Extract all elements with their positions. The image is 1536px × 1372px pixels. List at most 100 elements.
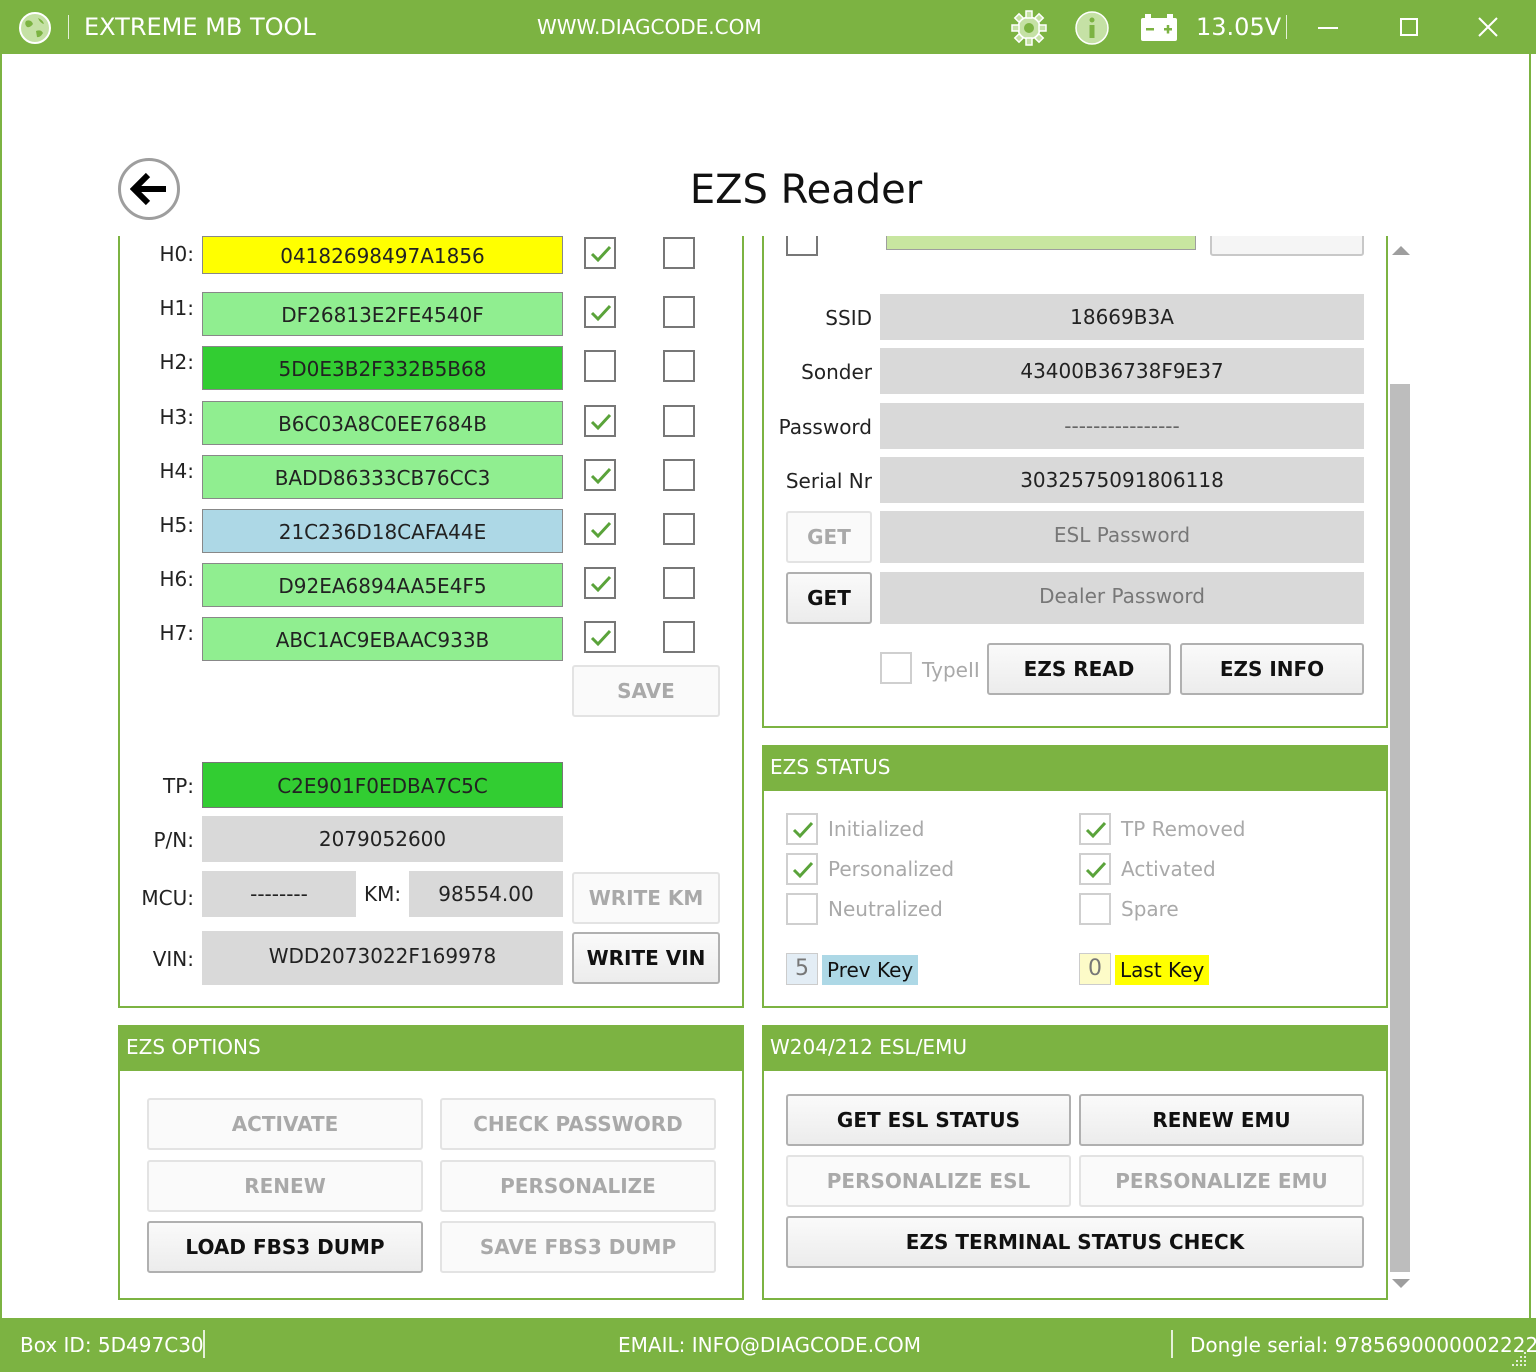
scrollbar-thumb[interactable] xyxy=(1390,384,1410,1272)
hash-field[interactable]: BADD86333CB76CC3 xyxy=(202,454,563,499)
save-button[interactable]: SAVE xyxy=(572,665,720,717)
hash-label: H6: xyxy=(159,567,194,592)
last-key-number: 0 xyxy=(1079,953,1111,985)
renew-emu-button[interactable]: RENEW EMU xyxy=(1079,1094,1364,1146)
tp-removed-checkbox xyxy=(1079,813,1111,845)
spare-checkbox xyxy=(1079,893,1111,925)
ezs-info-button[interactable]: EZS INFO xyxy=(1180,643,1364,695)
get-esl-status-button[interactable]: GET ESL STATUS xyxy=(786,1094,1071,1146)
write-km-button[interactable]: WRITE KM xyxy=(572,872,720,924)
mcu-field[interactable]: -------- xyxy=(202,871,356,917)
battery-icon xyxy=(1141,14,1177,41)
resize-grip-icon[interactable] xyxy=(1508,1348,1528,1368)
obd-select[interactable] xyxy=(886,236,1196,250)
personalized-checkbox xyxy=(786,853,818,885)
initialized-checkbox xyxy=(786,813,818,845)
tp-field[interactable]: C2E901F0EDBA7C5C xyxy=(202,762,563,808)
get-dealer-password-button[interactable]: GET xyxy=(786,572,872,624)
esl-password-field[interactable]: ESL Password xyxy=(880,511,1364,563)
scrollbar[interactable] xyxy=(1390,236,1412,1298)
hash-verified-checkbox[interactable] xyxy=(584,513,616,545)
close-icon[interactable] xyxy=(1478,17,1498,37)
vin-field[interactable]: WDD2073022F169978 xyxy=(202,931,563,985)
obd-checkbox[interactable] xyxy=(786,236,818,256)
hash-select-checkbox[interactable] xyxy=(663,404,695,437)
pn-field[interactable]: 2079052600 xyxy=(202,816,563,862)
sonder-field[interactable]: 43400B36738F9E37 xyxy=(880,348,1364,394)
activated-checkbox xyxy=(1079,853,1111,885)
serial-field[interactable]: 3032575091806118 xyxy=(880,457,1364,503)
ezs-terminal-status-check-button[interactable]: EZS TERMINAL STATUS CHECK xyxy=(786,1216,1364,1268)
spare-label: Spare xyxy=(1121,897,1179,921)
neutralized-label: Neutralized xyxy=(828,897,943,921)
hash-select-checkbox[interactable] xyxy=(663,621,695,654)
neutralized-checkbox xyxy=(786,893,818,925)
hash-label: H7: xyxy=(159,621,194,646)
scroll-down-icon[interactable] xyxy=(1391,1278,1411,1290)
scroll-up-icon[interactable] xyxy=(1391,244,1411,256)
email-label: EMAIL: INFO@DIAGCODE.COM xyxy=(618,1333,922,1357)
hash-label: H0: xyxy=(159,242,194,266)
hash-label: H1: xyxy=(159,296,194,321)
hash-verified-checkbox[interactable] xyxy=(584,404,616,437)
hash-field[interactable]: D92EA6894AA5E4F5 xyxy=(202,563,563,608)
hash-select-checkbox[interactable] xyxy=(663,567,695,600)
ezs-options-header: EZS OPTIONS xyxy=(118,1025,744,1071)
dealer-password-field[interactable]: Dealer Password xyxy=(880,572,1364,624)
title-separator xyxy=(68,15,69,39)
km-field[interactable]: 98554.00 xyxy=(409,871,563,917)
renew-button[interactable]: RENEW xyxy=(147,1160,423,1212)
hash-select-checkbox[interactable] xyxy=(663,458,695,491)
type2-checkbox[interactable] xyxy=(880,652,912,684)
maximize-icon[interactable] xyxy=(1400,18,1418,36)
check-password-button[interactable]: CHECK PASSWORD xyxy=(440,1098,716,1150)
gear-icon[interactable] xyxy=(1010,9,1048,47)
ezs-read-button[interactable]: EZS READ xyxy=(987,643,1171,695)
pn-label: P/N: xyxy=(153,828,195,852)
voltage-label: 13.05V xyxy=(1196,13,1282,41)
hash-verified-checkbox[interactable] xyxy=(584,237,616,269)
esl-emu-header: W204/212 ESL/EMU xyxy=(762,1025,1388,1071)
personalize-button[interactable]: PERSONALIZE xyxy=(440,1160,716,1212)
hash-field[interactable]: ABC1AC9EBAAC933B xyxy=(202,617,563,662)
box-id-label: Box ID: 5D497C30 xyxy=(20,1333,204,1357)
ssid-field[interactable]: 18669B3A xyxy=(880,294,1364,340)
get-esl-password-button[interactable]: GET xyxy=(786,511,872,563)
status-bar: Box ID: 5D497C30 EMAIL: INFO@DIAGCODE.CO… xyxy=(0,1318,1536,1372)
tp-removed-label: TP Removed xyxy=(1121,817,1246,841)
website-label: WWW.DIAGCODE.COM xyxy=(537,15,762,39)
hash-verified-checkbox[interactable] xyxy=(584,567,616,600)
hash-verified-checkbox[interactable] xyxy=(584,458,616,491)
type2-label: TypeII xyxy=(922,658,980,682)
hash-select-checkbox[interactable] xyxy=(663,513,695,545)
title-separator xyxy=(1286,15,1287,39)
save-fbs3-dump-button[interactable]: SAVE FBS3 DUMP xyxy=(440,1221,716,1273)
help-button[interactable] xyxy=(1210,236,1364,256)
hash-select-checkbox[interactable] xyxy=(663,237,695,269)
hash-field[interactable]: B6C03A8C0EE7684B xyxy=(202,400,563,445)
vin-label: VIN: xyxy=(152,947,194,971)
hash-verified-checkbox[interactable] xyxy=(584,296,616,329)
password-field[interactable]: ---------------- xyxy=(880,403,1364,449)
dongle-serial-label: Dongle serial: 9785690000002222 xyxy=(1190,1333,1536,1357)
info-icon[interactable] xyxy=(1074,10,1110,46)
activated-label: Activated xyxy=(1121,857,1216,881)
personalize-esl-button[interactable]: PERSONALIZE ESL xyxy=(786,1155,1071,1207)
activate-button[interactable]: ACTIVATE xyxy=(147,1098,423,1150)
hash-select-checkbox[interactable] xyxy=(663,350,695,383)
hash-select-checkbox[interactable] xyxy=(663,296,695,329)
hash-field[interactable]: DF26813E2FE4540F xyxy=(202,292,563,337)
personalize-emu-button[interactable]: PERSONALIZE EMU xyxy=(1079,1155,1364,1207)
status-separator xyxy=(1171,1330,1173,1358)
hash-field[interactable]: 5D0E3B2F332B5B68 xyxy=(202,346,563,391)
hash-field[interactable]: 21C236D18CAFA44E xyxy=(202,509,563,553)
hash-verified-checkbox[interactable] xyxy=(584,621,616,654)
load-fbs3-dump-button[interactable]: LOAD FBS3 DUMP xyxy=(147,1221,423,1273)
hash-label: H5: xyxy=(159,513,194,537)
hash-verified-checkbox[interactable] xyxy=(584,350,616,383)
hash-field[interactable]: 04182698497A1856 xyxy=(202,236,563,274)
write-vin-button[interactable]: WRITE VIN xyxy=(572,932,720,984)
page-title: EZS Reader xyxy=(689,167,923,213)
minimize-icon[interactable] xyxy=(1318,27,1338,29)
status-separator xyxy=(203,1330,205,1358)
